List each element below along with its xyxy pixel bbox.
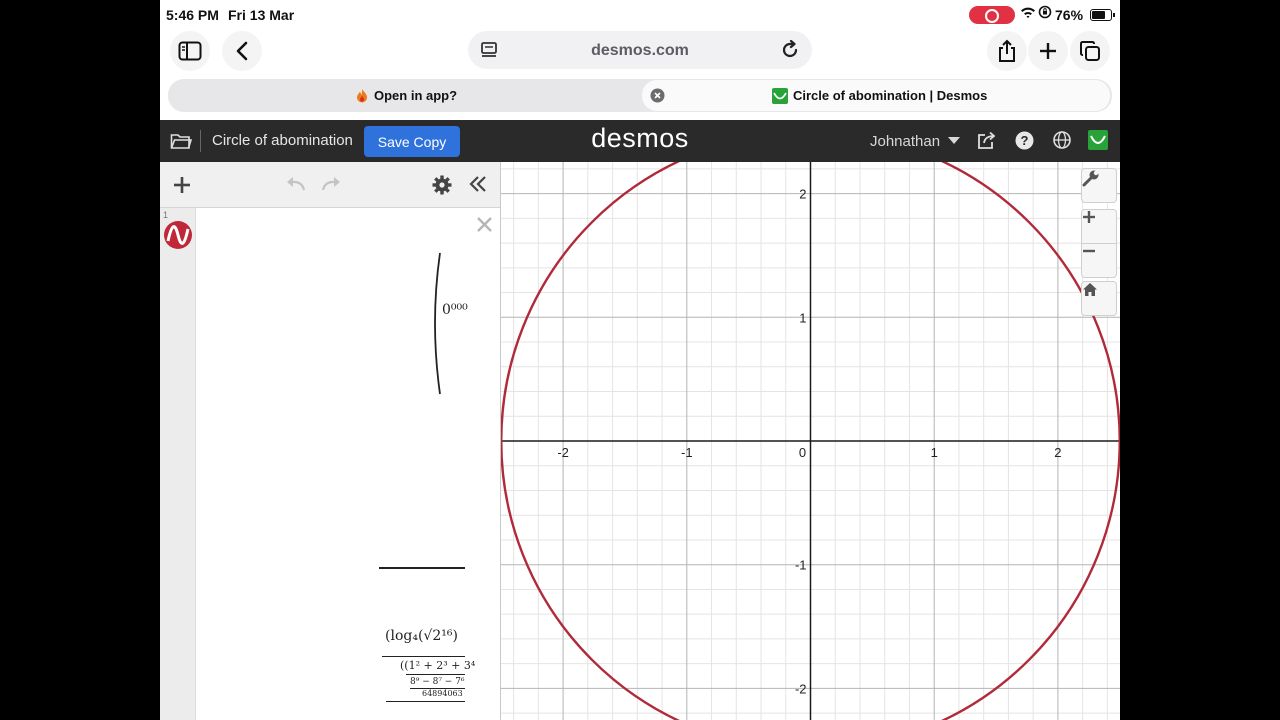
tab-label-desmos: Circle of abomination | Desmos: [793, 88, 988, 103]
wifi-icon: [1020, 6, 1036, 22]
zoom-in-button[interactable]: [1081, 209, 1117, 244]
x-tick-label: -1: [681, 445, 693, 460]
x-tick-label: 1: [931, 445, 938, 460]
collapse-list-icon[interactable]: [469, 175, 487, 193]
expression-index: 1: [163, 210, 169, 220]
battery-percentage: 76%: [1055, 7, 1084, 23]
zoom-out-icon: [1083, 249, 1095, 253]
sidebar-icon: [178, 41, 202, 61]
close-tab-icon[interactable]: [650, 88, 665, 103]
zoom-out-button[interactable]: [1081, 243, 1117, 278]
address-bar[interactable]: desmos.com: [468, 31, 812, 69]
desmos-app-icon[interactable]: [1088, 130, 1108, 150]
share-button[interactable]: [987, 31, 1027, 71]
new-tab-icon: [1040, 43, 1056, 59]
wrench-icon: [1082, 170, 1099, 187]
y-tick-label: -2: [795, 681, 807, 696]
fraction-bar-2: [382, 656, 465, 657]
graph-paper[interactable]: -2 -1 0 1 2 2 1 -1 -2: [501, 162, 1120, 720]
tabs-overview-button[interactable]: [1070, 31, 1110, 71]
x-tick-label: -2: [557, 445, 569, 460]
home-icon: [1083, 283, 1097, 296]
screen-recording-icon[interactable]: [969, 6, 1015, 24]
help-icon[interactable]: ?: [1015, 131, 1034, 150]
tab-active[interactable]: Circle of abomination | Desmos: [642, 80, 1110, 111]
math-exponent-tower: 0⁰⁰⁰: [442, 302, 468, 318]
reload-icon[interactable]: [780, 40, 800, 60]
y-tick-label: 2: [799, 187, 806, 202]
orientation-lock-icon: [1038, 5, 1052, 22]
back-icon: [236, 41, 248, 61]
sidebar-toggle-button[interactable]: [170, 31, 210, 71]
big-paren: [434, 252, 441, 395]
tabs-overview-icon: [1080, 41, 1100, 61]
x-tick-label: 0: [799, 445, 806, 460]
tab-label-open-in-app: Open in app?: [374, 88, 458, 103]
math-sum-powers: ((1² + 2³ + 3⁴: [400, 659, 476, 672]
y-tick-label: -1: [795, 558, 807, 573]
fraction-bar-5: [386, 701, 465, 702]
math-number: 64894063: [422, 689, 463, 698]
settings-gear-icon[interactable]: [432, 175, 452, 195]
tab-open-in-app[interactable]: Open in app?: [168, 79, 638, 112]
new-tab-button[interactable]: [1028, 31, 1068, 71]
expression-gutter: [160, 208, 196, 720]
share-graph-icon[interactable]: [977, 131, 997, 150]
share-icon: [999, 39, 1015, 62]
graph-settings-button[interactable]: [1081, 168, 1117, 203]
fraction-bar-3: [406, 674, 465, 675]
redo-icon[interactable]: [321, 176, 343, 192]
url-text: desmos.com: [591, 42, 689, 59]
svg-text:?: ?: [1021, 133, 1029, 148]
curve-visibility-icon: [166, 225, 190, 245]
language-globe-icon[interactable]: [1052, 130, 1072, 150]
graph-canvas[interactable]: -2 -1 0 1 2 2 1 -1 -2: [501, 162, 1120, 720]
back-button[interactable]: [222, 31, 262, 71]
math-difference: 8⁹ − 8⁷ − 7⁶: [410, 677, 465, 687]
expression-toolbar: [160, 162, 500, 208]
status-date: Fri 13 Mar: [228, 7, 295, 23]
zoom-in-icon: [1083, 211, 1095, 223]
desmos-logo: desmos: [591, 123, 689, 153]
desmos-header: Circle of abomination Save Copy desmos J…: [160, 120, 1120, 162]
expression-panel: 1 0⁰⁰⁰ (log₄(√2¹⁶) ((1² + 2³ + 3⁴ 8⁹ − 8…: [160, 162, 501, 720]
desmos-favicon-icon: [772, 88, 788, 104]
safari-toolbar: desmos.com: [160, 30, 1120, 72]
ipad-screen: 5:46 PM Fri 13 Mar 76% desmos.com Open i…: [160, 0, 1120, 720]
user-menu[interactable]: Johnathan: [870, 133, 940, 150]
tab-strip: Open in app? Circle of abomination | Des…: [168, 79, 1112, 112]
x-tick-label: 2: [1054, 445, 1061, 460]
fraction-bar: [379, 567, 465, 569]
y-tick-label: 1: [799, 310, 806, 325]
status-time: 5:46 PM: [166, 7, 219, 23]
expression-color-icon[interactable]: [164, 221, 192, 249]
math-log-expression: (log₄(√2¹⁶): [385, 628, 458, 644]
default-viewport-button[interactable]: [1081, 281, 1117, 316]
battery-icon: [1090, 9, 1115, 21]
delete-expression-icon[interactable]: [476, 216, 493, 233]
undo-icon[interactable]: [284, 176, 306, 192]
flame-icon: [357, 89, 367, 103]
add-item-icon[interactable]: [173, 176, 191, 194]
ios-status-bar: 5:46 PM Fri 13 Mar 76%: [160, 0, 1120, 30]
caret-down-icon[interactable]: [948, 137, 960, 145]
